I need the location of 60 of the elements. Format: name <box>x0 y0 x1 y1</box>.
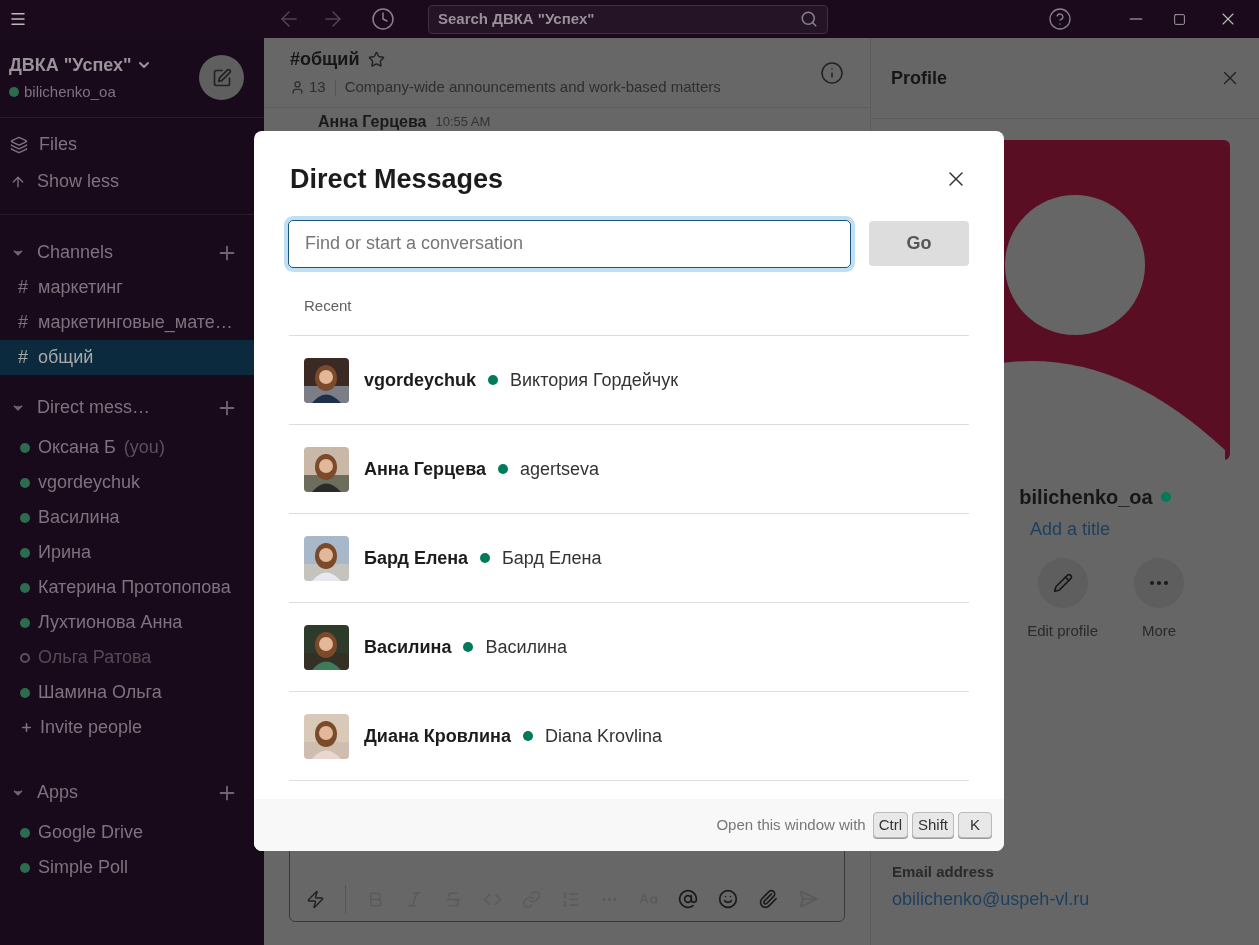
nav-item[interactable]: Files <box>0 126 264 163</box>
dm-item[interactable]: Ирина <box>0 535 264 570</box>
edit-button[interactable] <box>1037 558 1088 608</box>
info-icon[interactable] <box>820 60 844 85</box>
key-cap: Shift <box>912 812 954 838</box>
dm-item[interactable]: Шамина Ольга <box>0 675 264 710</box>
shortcut-hint: Open this window with <box>716 814 866 835</box>
compose-icon <box>211 67 232 88</box>
conversation-row[interactable]: Бард Елена Бард Елена <box>289 514 969 603</box>
user-name: bilichenko_oa <box>24 81 116 102</box>
dm-item[interactable]: Катерина Протопопова <box>0 570 264 605</box>
workspace-name[interactable]: ДВКА "Успех" <box>9 51 132 79</box>
key-cap: K <box>958 812 992 838</box>
dm-item[interactable]: Оксана Б (you) <box>0 430 264 465</box>
panel-title: Profile <box>891 66 948 90</box>
conversation-row[interactable]: vgordeychuk Виктория Гордейчук <box>289 336 969 425</box>
action-label: More <box>1141 621 1177 641</box>
channel-title: #общий <box>290 48 360 72</box>
section-title[interactable]: Direct mess… <box>37 394 216 421</box>
dm-item[interactable]: vgordeychuk <box>0 465 264 500</box>
plus-icon <box>20 721 33 734</box>
dm-item[interactable]: Лухтионова Анна <box>0 605 264 640</box>
you-label: (you) <box>123 436 165 459</box>
members-icon[interactable] <box>290 80 305 95</box>
maximize-icon[interactable] <box>1173 12 1186 26</box>
section-label: Recent <box>304 295 353 316</box>
emoji-icon[interactable] <box>718 889 738 909</box>
conversation-row[interactable]: Диана Кровлина Diana Krovlina <box>289 692 969 781</box>
dialog-title: Direct Messages <box>290 163 505 196</box>
action-label: Edit profile <box>1027 621 1098 641</box>
field-label: Email address <box>892 861 995 882</box>
menu-icon[interactable] <box>9 10 27 28</box>
app-item[interactable]: Google Drive <box>0 815 264 850</box>
author-name: Анна Герцева <box>318 112 427 132</box>
invite-link[interactable]: Invite people <box>0 710 264 745</box>
key-cap: Ctrl <box>872 812 908 838</box>
history-icon[interactable] <box>371 7 395 31</box>
channel-topic: Company-wide announcements and work-based matters <box>344 77 721 98</box>
star-icon[interactable] <box>368 51 386 69</box>
help-icon[interactable] <box>1048 7 1072 31</box>
mention-icon[interactable] <box>678 889 698 909</box>
search-icon <box>800 10 818 28</box>
dm-item[interactable]: Ольга Ратова <box>0 640 264 675</box>
attach-icon[interactable] <box>758 889 778 909</box>
compose-button[interactable] <box>199 55 244 100</box>
go-button[interactable]: Go <box>869 221 969 266</box>
conversation-row[interactable]: Анна Герцева agertseva <box>289 425 969 514</box>
member-count[interactable]: 13 <box>309 76 326 99</box>
conversation-row[interactable]: Василина Василина <box>289 603 969 692</box>
pencil-icon <box>1052 573 1073 593</box>
profile-name: bilichenko_oa <box>1019 485 1153 510</box>
nav-item[interactable]: Show less <box>0 163 264 200</box>
lightning-icon[interactable] <box>306 890 325 909</box>
section-title[interactable]: Channels <box>37 239 216 266</box>
section-title[interactable]: Apps <box>37 779 216 806</box>
ellipsis-icon <box>1150 581 1168 585</box>
layers-icon <box>10 135 28 154</box>
search-field[interactable]: Search ДВКА "Успех" <box>428 4 828 34</box>
app-item[interactable]: Simple Poll <box>0 850 264 885</box>
dm-item[interactable]: Василина <box>0 500 264 535</box>
